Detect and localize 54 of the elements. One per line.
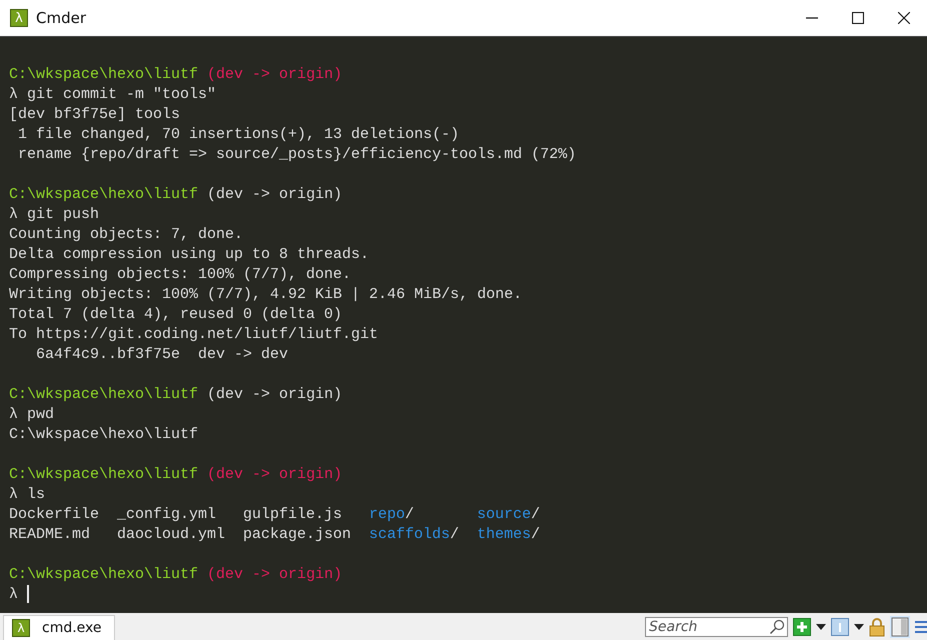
output-line: [dev bf3f75e] tools xyxy=(9,106,180,123)
file-name: gulpfile.js xyxy=(243,505,342,525)
new-console-icon[interactable] xyxy=(793,618,811,636)
branch-label: (dev -> origin) xyxy=(207,66,342,83)
prompt-path: C:\wkspace\hexo\liutf xyxy=(9,566,198,583)
output-line: Compressing objects: 100% (7/7), done. xyxy=(9,266,352,283)
output-line: rename {repo/draft => source/_posts}/efficiency-tools.md (72%) xyxy=(17,146,576,163)
menu-icon[interactable] xyxy=(915,620,927,634)
branch-label: (dev -> origin) xyxy=(207,186,342,203)
dropdown-arrow-icon[interactable] xyxy=(854,624,864,630)
path-slash: / xyxy=(450,525,460,545)
prompt-path: C:\wkspace\hexo\liutf xyxy=(9,386,198,403)
path-slash: / xyxy=(531,525,540,545)
console-tab[interactable]: λ cmd.exe xyxy=(3,615,115,640)
search-icon[interactable] xyxy=(769,618,785,634)
command-line: λ xyxy=(9,586,18,603)
output-line: Counting objects: 7, done. xyxy=(9,226,244,243)
prompt-path: C:\wkspace\hexo\liutf xyxy=(9,466,198,483)
branch-label: (dev -> origin) xyxy=(207,566,342,583)
dropdown-arrow-icon[interactable] xyxy=(816,624,826,630)
output-line: C:\wkspace\hexo\liutf xyxy=(9,426,198,443)
window-icon[interactable] xyxy=(831,618,849,636)
command-line: λ git commit -m "tools" xyxy=(9,86,216,103)
file-name: README.md xyxy=(9,525,90,545)
output-line: Writing objects: 100% (7/7), 4.92 KiB | 2.46 MiB/s, done. xyxy=(9,286,522,303)
output-line: To https://git.coding.net/liutf/liutf.git xyxy=(9,326,378,343)
branch-label: (dev -> origin) xyxy=(207,466,342,483)
window-title: Cmder xyxy=(36,9,86,27)
prompt-path: C:\wkspace\hexo\liutf xyxy=(9,186,198,203)
search-field[interactable]: Search xyxy=(645,616,788,636)
lock-icon[interactable] xyxy=(869,616,885,636)
command-line: λ pwd xyxy=(9,406,54,423)
output-line: 6a4f4c9..bf3f75e dev -> dev xyxy=(35,346,288,363)
file-name: _config.yml xyxy=(117,505,216,525)
output-line: Delta compression using up to 8 threads. xyxy=(9,246,370,263)
directory-name: themes xyxy=(477,525,532,545)
file-name: Dockerfile xyxy=(9,505,100,525)
output-line: Total 7 (delta 4), reused 0 (delta 0) xyxy=(9,306,342,323)
file-name: package.json xyxy=(243,525,352,545)
command-line: λ ls xyxy=(9,486,46,503)
branch-label: (dev -> origin) xyxy=(207,386,342,403)
file-name: daocloud.yml xyxy=(117,525,226,545)
output-line: 1 file changed, 70 insertions(+), 13 deletions(-) xyxy=(17,126,460,143)
split-view-icon[interactable] xyxy=(890,616,910,638)
directory-name: source xyxy=(477,505,532,525)
lambda-icon: λ xyxy=(10,9,28,27)
maximize-icon xyxy=(852,12,864,24)
path-slash: / xyxy=(405,505,414,525)
directory-name: scaffolds xyxy=(369,525,450,545)
directory-name: repo xyxy=(369,505,406,525)
close-icon xyxy=(898,12,910,24)
command-line: λ git push xyxy=(9,206,100,223)
prompt-path: C:\wkspace\hexo\liutf xyxy=(9,66,198,83)
path-slash: / xyxy=(531,505,540,525)
